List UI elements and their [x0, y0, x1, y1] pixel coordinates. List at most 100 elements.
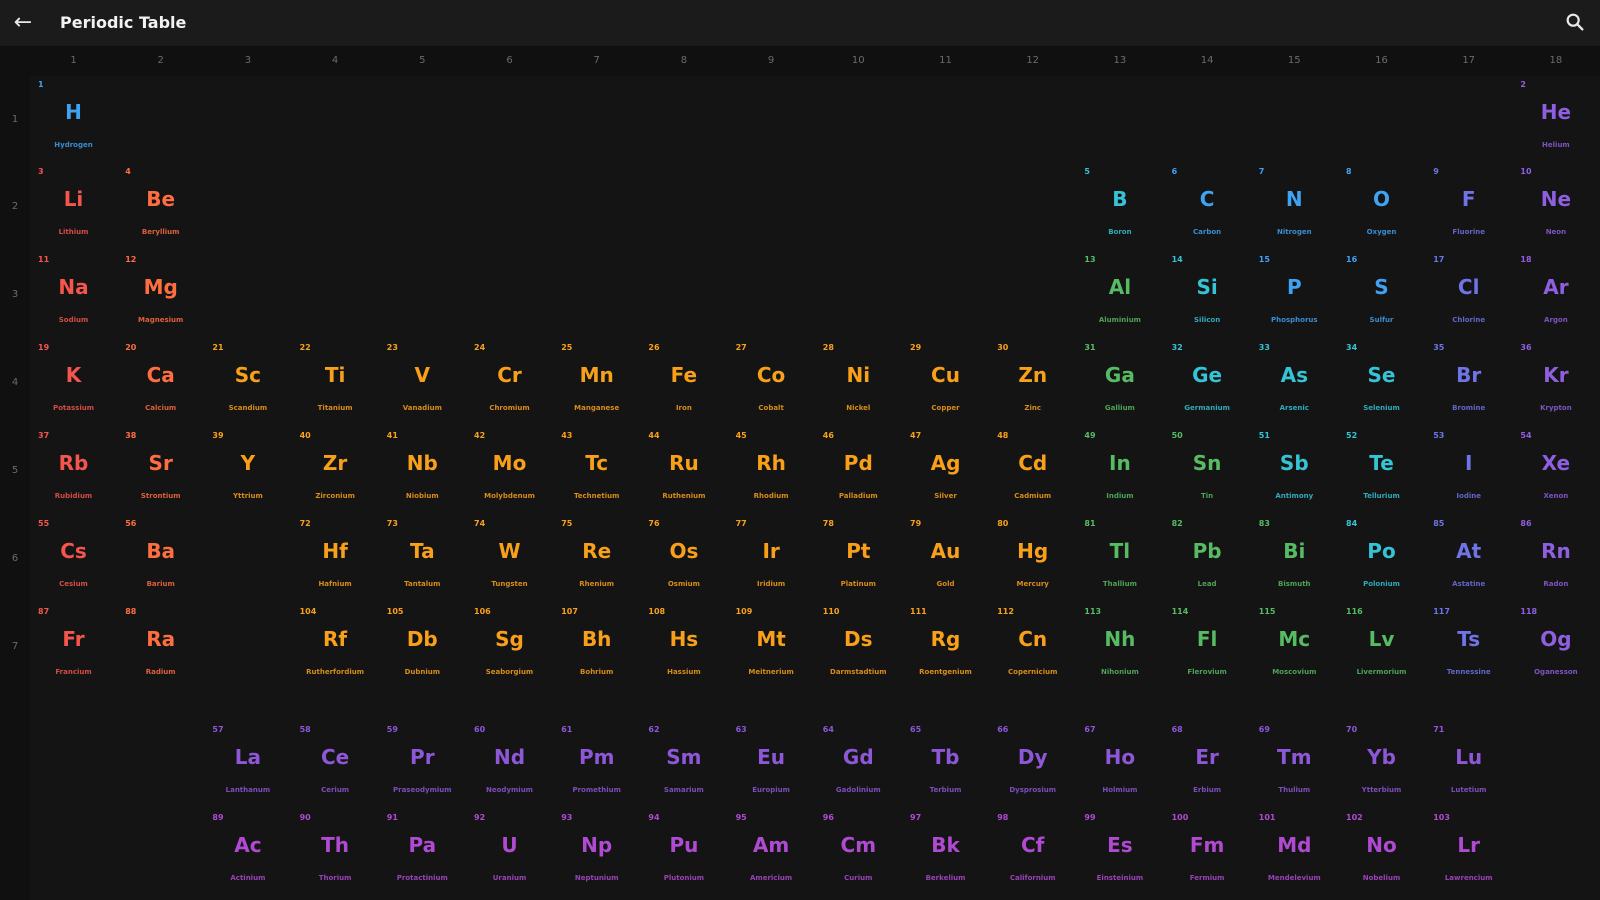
element-cell-tc[interactable]: 43 Tc Technetium [553, 428, 640, 516]
element-cell-ca[interactable]: 20 Ca Calcium [117, 340, 204, 428]
element-cell-tm[interactable]: 69 Tm Thulium [1251, 722, 1338, 810]
element-cell-gd[interactable]: 64 Gd Gadolinium [815, 722, 902, 810]
element-cell-w[interactable]: 74 W Tungsten [466, 516, 553, 604]
element-cell-cm[interactable]: 96 Cm Curium [815, 810, 902, 898]
element-cell-po[interactable]: 84 Po Polonium [1338, 516, 1425, 604]
element-cell-ta[interactable]: 73 Ta Tantalum [379, 516, 466, 604]
element-cell-si[interactable]: 14 Si Silicon [1164, 252, 1251, 340]
element-cell-cf[interactable]: 98 Cf Californium [989, 810, 1076, 898]
element-cell-o[interactable]: 8 O Oxygen [1338, 164, 1425, 252]
element-cell-lv[interactable]: 116 Lv Livermorium [1338, 604, 1425, 692]
element-cell-ra[interactable]: 88 Ra Radium [117, 604, 204, 692]
element-cell-be[interactable]: 4 Be Beryllium [117, 164, 204, 252]
element-cell-tl[interactable]: 81 Tl Thallium [1076, 516, 1163, 604]
element-cell-zr[interactable]: 40 Zr Zirconium [292, 428, 379, 516]
element-cell-md[interactable]: 101 Md Mendelevium [1251, 810, 1338, 898]
element-cell-ge[interactable]: 32 Ge Germanium [1164, 340, 1251, 428]
element-cell-lr[interactable]: 103 Lr Lawrencium [1425, 810, 1512, 898]
element-cell-ba[interactable]: 56 Ba Barium [117, 516, 204, 604]
element-cell-cs[interactable]: 55 Cs Cesium [30, 516, 117, 604]
element-cell-ce[interactable]: 58 Ce Cerium [292, 722, 379, 810]
element-cell-rn[interactable]: 86 Rn Radon [1512, 516, 1599, 604]
element-cell-tb[interactable]: 65 Tb Terbium [902, 722, 989, 810]
element-cell-nh[interactable]: 113 Nh Nihonium [1076, 604, 1163, 692]
element-cell-sg[interactable]: 106 Sg Seaborgium [466, 604, 553, 692]
element-cell-mt[interactable]: 109 Mt Meitnerium [728, 604, 815, 692]
element-cell-bi[interactable]: 83 Bi Bismuth [1251, 516, 1338, 604]
element-cell-y[interactable]: 39 Y Yttrium [204, 428, 291, 516]
element-cell-v[interactable]: 23 V Vanadium [379, 340, 466, 428]
element-cell-pt[interactable]: 78 Pt Platinum [815, 516, 902, 604]
element-cell-co[interactable]: 27 Co Cobalt [728, 340, 815, 428]
element-cell-am[interactable]: 95 Am Americium [728, 810, 815, 898]
element-cell-cr[interactable]: 24 Cr Chromium [466, 340, 553, 428]
element-cell-rb[interactable]: 37 Rb Rubidium [30, 428, 117, 516]
element-cell-hg[interactable]: 80 Hg Mercury [989, 516, 1076, 604]
element-cell-u[interactable]: 92 U Uranium [466, 810, 553, 898]
element-cell-k[interactable]: 19 K Potassium [30, 340, 117, 428]
element-cell-sr[interactable]: 38 Sr Strontium [117, 428, 204, 516]
element-cell-as[interactable]: 33 As Arsenic [1251, 340, 1338, 428]
element-cell-fe[interactable]: 26 Fe Iron [640, 340, 727, 428]
element-cell-pr[interactable]: 59 Pr Praseodymium [379, 722, 466, 810]
element-cell-pd[interactable]: 46 Pd Palladium [815, 428, 902, 516]
element-cell-fm[interactable]: 100 Fm Fermium [1164, 810, 1251, 898]
element-cell-mg[interactable]: 12 Mg Magnesium [117, 252, 204, 340]
element-cell-ac[interactable]: 89 Ac Actinium [204, 810, 291, 898]
element-cell-hs[interactable]: 108 Hs Hassium [640, 604, 727, 692]
element-cell-th[interactable]: 90 Th Thorium [292, 810, 379, 898]
element-cell-os[interactable]: 76 Os Osmium [640, 516, 727, 604]
element-cell-ru[interactable]: 44 Ru Ruthenium [640, 428, 727, 516]
search-icon[interactable] [1564, 11, 1590, 35]
element-cell-eu[interactable]: 63 Eu Europium [728, 722, 815, 810]
element-cell-ds[interactable]: 110 Ds Darmstadtium [815, 604, 902, 692]
element-cell-sb[interactable]: 51 Sb Antimony [1251, 428, 1338, 516]
element-cell-in[interactable]: 49 In Indium [1076, 428, 1163, 516]
element-cell-rf[interactable]: 104 Rf Rutherfordium [292, 604, 379, 692]
element-cell-ho[interactable]: 67 Ho Holmium [1076, 722, 1163, 810]
element-cell-db[interactable]: 105 Db Dubnium [379, 604, 466, 692]
element-cell-pm[interactable]: 61 Pm Promethium [553, 722, 640, 810]
element-cell-mn[interactable]: 25 Mn Manganese [553, 340, 640, 428]
element-cell-ga[interactable]: 31 Ga Gallium [1076, 340, 1163, 428]
element-cell-bh[interactable]: 107 Bh Bohrium [553, 604, 640, 692]
element-cell-n[interactable]: 7 N Nitrogen [1251, 164, 1338, 252]
element-cell-yb[interactable]: 70 Yb Ytterbium [1338, 722, 1425, 810]
element-cell-pb[interactable]: 82 Pb Lead [1164, 516, 1251, 604]
element-cell-cd[interactable]: 48 Cd Cadmium [989, 428, 1076, 516]
element-cell-fr[interactable]: 87 Fr Francium [30, 604, 117, 692]
element-cell-cu[interactable]: 29 Cu Copper [902, 340, 989, 428]
element-cell-sn[interactable]: 50 Sn Tin [1164, 428, 1251, 516]
element-cell-sc[interactable]: 21 Sc Scandium [204, 340, 291, 428]
element-cell-ts[interactable]: 117 Ts Tennessine [1425, 604, 1512, 692]
element-cell-cl[interactable]: 17 Cl Chlorine [1425, 252, 1512, 340]
element-cell-sm[interactable]: 62 Sm Samarium [640, 722, 727, 810]
element-cell-ir[interactable]: 77 Ir Iridium [728, 516, 815, 604]
element-cell-nd[interactable]: 60 Nd Neodymium [466, 722, 553, 810]
element-cell-te[interactable]: 52 Te Tellurium [1338, 428, 1425, 516]
element-cell-og[interactable]: 118 Og Oganesson [1512, 604, 1599, 692]
element-cell-s[interactable]: 16 S Sulfur [1338, 252, 1425, 340]
element-cell-ar[interactable]: 18 Ar Argon [1512, 252, 1599, 340]
arrow-left-icon[interactable]: ← [10, 11, 36, 35]
element-cell-fl[interactable]: 114 Fl Flerovium [1164, 604, 1251, 692]
element-cell-zn[interactable]: 30 Zn Zinc [989, 340, 1076, 428]
element-cell-br[interactable]: 35 Br Bromine [1425, 340, 1512, 428]
element-cell-pa[interactable]: 91 Pa Protactinium [379, 810, 466, 898]
element-cell-no[interactable]: 102 No Nobelium [1338, 810, 1425, 898]
element-cell-np[interactable]: 93 Np Neptunium [553, 810, 640, 898]
element-cell-f[interactable]: 9 F Fluorine [1425, 164, 1512, 252]
element-cell-mo[interactable]: 42 Mo Molybdenum [466, 428, 553, 516]
element-cell-ne[interactable]: 10 Ne Neon [1512, 164, 1599, 252]
element-cell-c[interactable]: 6 C Carbon [1164, 164, 1251, 252]
element-cell-bk[interactable]: 97 Bk Berkelium [902, 810, 989, 898]
element-cell-kr[interactable]: 36 Kr Krypton [1512, 340, 1599, 428]
element-cell-au[interactable]: 79 Au Gold [902, 516, 989, 604]
element-cell-ag[interactable]: 47 Ag Silver [902, 428, 989, 516]
element-cell-i[interactable]: 53 I Iodine [1425, 428, 1512, 516]
element-cell-hf[interactable]: 72 Hf Hafnium [292, 516, 379, 604]
element-cell-al[interactable]: 13 Al Aluminium [1076, 252, 1163, 340]
element-cell-he[interactable]: 2 He Helium [1512, 77, 1599, 165]
element-cell-es[interactable]: 99 Es Einsteinium [1076, 810, 1163, 898]
element-cell-rh[interactable]: 45 Rh Rhodium [728, 428, 815, 516]
